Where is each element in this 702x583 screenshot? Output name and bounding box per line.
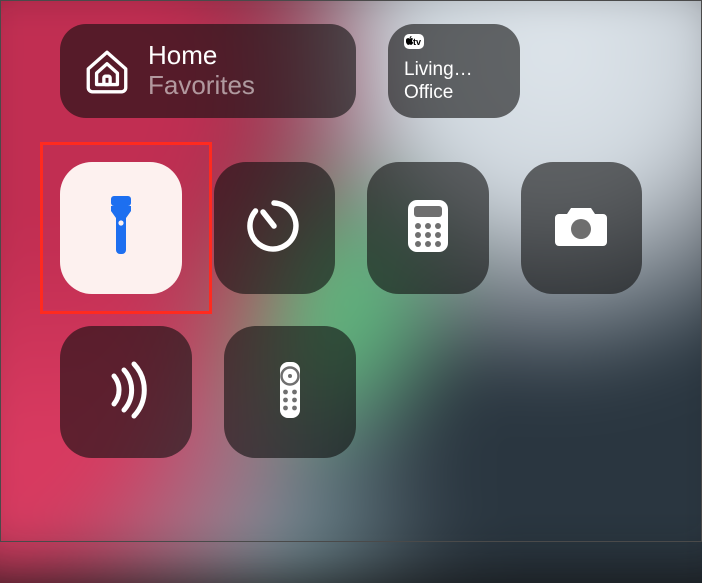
home-title: Home	[148, 41, 255, 71]
calculator-icon	[396, 194, 460, 263]
calculator-tile[interactable]	[367, 162, 489, 294]
apple-tv-remote-icon	[258, 358, 322, 427]
row-3	[60, 326, 642, 458]
apple-tv-remote-tile[interactable]	[224, 326, 356, 458]
apple-tv-room-1: Living…	[404, 59, 504, 81]
home-text: Home Favorites	[148, 41, 255, 101]
row-1: Home Favorites Living… Office	[60, 24, 642, 118]
timer-tile[interactable]	[214, 162, 336, 294]
nfc-tag-reader-icon	[94, 358, 158, 427]
flashlight-tile[interactable]	[60, 162, 182, 294]
apple-tv-rooms-tile[interactable]: Living… Office	[388, 24, 520, 118]
row-2	[60, 162, 642, 294]
control-center: Home Favorites Living… Office	[0, 0, 702, 542]
camera-tile[interactable]	[521, 162, 643, 294]
home-icon	[82, 46, 132, 96]
home-subtitle: Favorites	[148, 71, 255, 101]
apple-tv-rooms-text: Living… Office	[404, 59, 504, 104]
camera-icon	[549, 194, 613, 263]
flashlight-icon	[89, 194, 153, 263]
home-favorites-tile[interactable]: Home Favorites	[60, 24, 356, 118]
apple-tv-room-2: Office	[404, 82, 504, 104]
nfc-tag-reader-tile[interactable]	[60, 326, 192, 458]
apple-tv-badge-icon	[404, 34, 424, 49]
timer-icon	[242, 194, 306, 263]
